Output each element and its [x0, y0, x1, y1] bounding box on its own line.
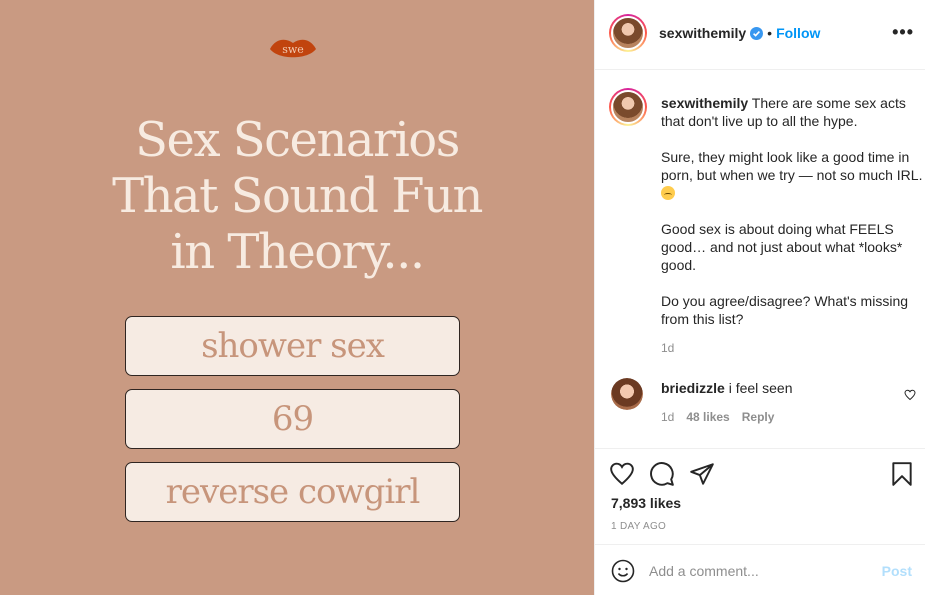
share-paper-plane-icon[interactable]: [689, 461, 715, 487]
caption-username[interactable]: sexwithemily: [661, 95, 748, 111]
comment-bubble-icon[interactable]: [649, 461, 675, 487]
post-comment-button[interactable]: Post: [882, 563, 912, 579]
scenario-card: reverse cowgirl: [125, 462, 460, 522]
scenario-card: shower sex: [125, 316, 460, 376]
separator-dot: •: [767, 25, 773, 41]
like-heart-icon[interactable]: [609, 461, 635, 487]
headline-line: That Sound Fun: [112, 168, 483, 224]
comment-time[interactable]: 1d: [661, 410, 674, 424]
follow-button[interactable]: Follow: [776, 25, 820, 41]
post-image[interactable]: swe Sex Scenarios That Sound Fun in Theo…: [0, 0, 594, 595]
caption-time[interactable]: 1d: [661, 341, 674, 355]
comment-meta: 1d 48 likes Reply: [661, 410, 774, 424]
caption-text: sexwithemily There are some sex acts tha…: [661, 94, 923, 346]
emoji-smiley-icon[interactable]: [611, 559, 635, 583]
post-sidebar: sexwithemily • Follow ••• sexwithemily T…: [594, 0, 925, 595]
caption-avatar[interactable]: [609, 88, 647, 126]
reply-button[interactable]: Reply: [742, 410, 775, 424]
more-options-icon[interactable]: •••: [892, 22, 914, 43]
save-bookmark-icon[interactable]: [889, 461, 915, 487]
upside-down-face-emoji-icon: [661, 186, 675, 200]
headline-line: in Theory...: [170, 224, 425, 280]
caption-paragraph: Do you agree/disagree? What's missing fr…: [661, 293, 909, 327]
comment-body: i feel seen: [728, 380, 793, 396]
add-comment-bar: Post: [595, 544, 925, 595]
post-headline: Sex Scenarios That Sound Fun in Theory..…: [0, 112, 594, 280]
headline-line: Sex Scenarios: [135, 112, 460, 168]
swe-lips-logo: swe: [268, 36, 318, 62]
author-username[interactable]: sexwithemily: [659, 25, 746, 41]
post-time-ago[interactable]: 1 DAY AGO: [611, 521, 666, 532]
comment-input[interactable]: [649, 557, 869, 585]
action-bar: 7,893 likes 1 DAY AGO: [595, 448, 925, 544]
commenter-avatar[interactable]: [611, 378, 643, 410]
comment-text: briedizzle i feel seen: [661, 380, 793, 396]
comment-likes[interactable]: 48 likes: [686, 410, 729, 424]
scenario-card: 69: [125, 389, 460, 449]
caption-paragraph: Good sex is about doing what FEELS good……: [661, 221, 903, 273]
commenter-username[interactable]: briedizzle: [661, 380, 725, 396]
verified-badge-icon: [750, 26, 764, 40]
post-header: sexwithemily • Follow •••: [595, 0, 925, 70]
caption-paragraph: Sure, they might look like a good time i…: [661, 149, 923, 183]
svg-text:swe: swe: [282, 43, 304, 56]
comment-like-heart-icon[interactable]: [904, 388, 916, 401]
header-user: sexwithemily • Follow: [659, 25, 820, 41]
author-avatar[interactable]: [609, 14, 647, 52]
likes-count[interactable]: 7,893 likes: [611, 495, 681, 511]
